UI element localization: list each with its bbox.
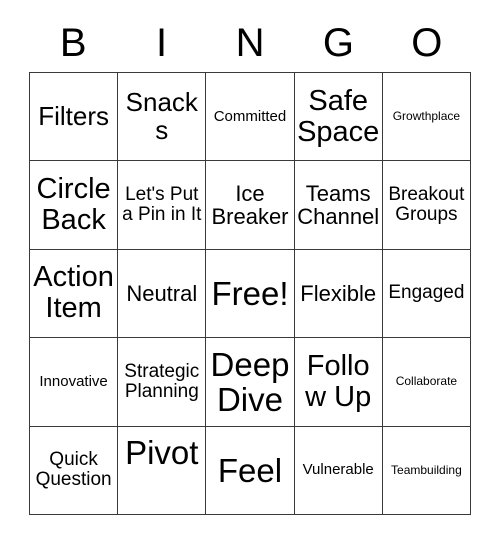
bingo-cell-r5c3[interactable]: Feel	[206, 426, 295, 515]
bingo-cell-label: Growthplace	[392, 109, 461, 124]
bingo-cell-label: Safe Space	[297, 84, 380, 148]
bingo-cell-label: Feel	[217, 451, 283, 489]
bingo-header-letter-b: B	[59, 21, 87, 65]
bingo-cell-label: Collaborate	[395, 374, 458, 389]
bingo-cell-r4c5[interactable]: Collaborate	[382, 338, 471, 427]
bingo-cell-r4c1[interactable]: Innovative	[30, 338, 119, 427]
bingo-cell-label: Follow Up	[305, 349, 372, 413]
bingo-cell-r2c5[interactable]: Breakout Groups	[382, 161, 471, 250]
bingo-header-letter-o: O	[411, 21, 443, 65]
bingo-cell-label: Committed	[213, 107, 287, 125]
bingo-cell-label: Strategic Planning	[124, 360, 200, 402]
bingo-cell-r1c4[interactable]: Safe Space	[294, 73, 383, 162]
bingo-cell-r3c2[interactable]: Neutral	[118, 249, 207, 339]
bingo-cell-r1c1[interactable]: Filters	[30, 73, 119, 162]
bingo-grid: Filters Snacks Committed Safe Space Grow…	[29, 72, 471, 515]
bingo-card: B I N G O Filters Snacks Committed Safe …	[0, 0, 500, 544]
bingo-cell-label: Deep Dive	[210, 345, 290, 418]
bingo-cell-r5c1[interactable]: Quick Question	[30, 426, 119, 515]
bingo-cell-label: Breakout Groups	[388, 183, 465, 226]
bingo-cell-r1c5[interactable]: Growthplace	[382, 73, 471, 162]
bingo-cell-label: Teams Channel	[297, 180, 380, 230]
bingo-cell-r2c1[interactable]: Circle Back	[30, 161, 119, 250]
bingo-cell-label: Filters	[38, 100, 109, 131]
bingo-cell-label: Neutral	[126, 280, 198, 306]
bingo-cell-r3c1[interactable]: Action Item	[30, 249, 119, 339]
bingo-cell-r5c4[interactable]: Vulnerable	[294, 426, 383, 515]
bingo-cell-free-space[interactable]: Free!	[206, 249, 295, 339]
bingo-cell-r4c3[interactable]: Deep Dive	[206, 338, 295, 427]
bingo-cell-label: Teambuilding	[391, 462, 462, 477]
bingo-cell-label: Free!	[211, 274, 289, 312]
bingo-cell-r2c3[interactable]: Ice Breaker	[206, 161, 295, 250]
bingo-cell-r2c4[interactable]: Teams Channel	[294, 161, 383, 250]
bingo-cell-r4c2[interactable]: Strategic Planning	[118, 338, 207, 427]
bingo-cell-r2c2[interactable]: Let's Put a Pin in It	[118, 161, 207, 250]
bingo-cell-label: Flexible	[300, 280, 377, 306]
bingo-header-letter-g: G	[322, 21, 354, 65]
bingo-cell-label: Action Item	[33, 261, 114, 325]
bingo-cell-label: Innovative	[39, 372, 108, 390]
bingo-header-letter-i: I	[156, 21, 168, 65]
bingo-cell-label: Quick Question	[35, 448, 112, 491]
bingo-cell-label: Circle Back	[36, 173, 111, 237]
bingo-cell-label: Vulnerable	[302, 461, 374, 479]
bingo-cell-label: Snacks	[125, 86, 198, 145]
bingo-cell-label: Pivot	[125, 433, 199, 471]
bingo-cell-r5c2[interactable]: Pivot	[118, 426, 207, 515]
bingo-header-row: B I N G O	[29, 14, 471, 72]
bingo-cell-r3c4[interactable]: Flexible	[294, 249, 383, 339]
bingo-cell-label: Ice Breaker	[211, 180, 289, 230]
bingo-cell-r5c5[interactable]: Teambuilding	[382, 426, 471, 515]
bingo-cell-r1c2[interactable]: Snacks	[118, 73, 207, 162]
bingo-cell-r4c4[interactable]: Follow Up	[294, 338, 383, 427]
bingo-cell-r1c3[interactable]: Committed	[206, 73, 295, 162]
bingo-cell-r3c5[interactable]: Engaged	[382, 249, 471, 339]
bingo-header-letter-n: N	[235, 21, 265, 65]
bingo-cell-label: Let's Put a Pin in It	[122, 183, 202, 226]
bingo-cell-label: Engaged	[388, 282, 465, 304]
